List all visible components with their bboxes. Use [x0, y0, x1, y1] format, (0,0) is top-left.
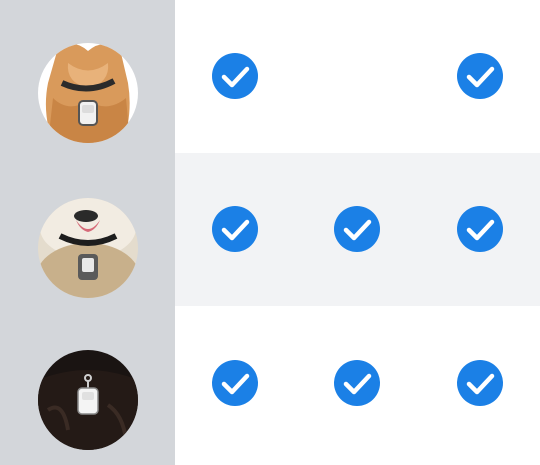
- checkmark-icon: [212, 53, 258, 99]
- checkmark-icon: [212, 206, 258, 252]
- check-cell: [333, 359, 381, 407]
- check-cell: [211, 52, 259, 100]
- table-row-small-dog: [0, 153, 540, 306]
- checkmark-icon: [457, 360, 503, 406]
- check-cell: [456, 52, 504, 100]
- check-cell: [333, 205, 381, 253]
- small-dog-with-tag-photo: [38, 198, 138, 298]
- checkmark-icon: [212, 360, 258, 406]
- pet-tag-comparison-table: [0, 0, 540, 465]
- table-row-black-dog: [0, 306, 540, 465]
- check-cell: [211, 359, 259, 407]
- check-cell: [456, 205, 504, 253]
- check-cell: [211, 205, 259, 253]
- checkmark-icon: [457, 53, 503, 99]
- cat-with-tag-photo: [38, 43, 138, 143]
- check-cell: [456, 359, 504, 407]
- table-row-cat: [0, 0, 540, 153]
- checkmark-icon: [334, 206, 380, 252]
- checkmark-icon: [334, 360, 380, 406]
- check-cell: [333, 52, 381, 100]
- checkmark-icon: [457, 206, 503, 252]
- black-dog-with-tag-photo: [38, 350, 138, 450]
